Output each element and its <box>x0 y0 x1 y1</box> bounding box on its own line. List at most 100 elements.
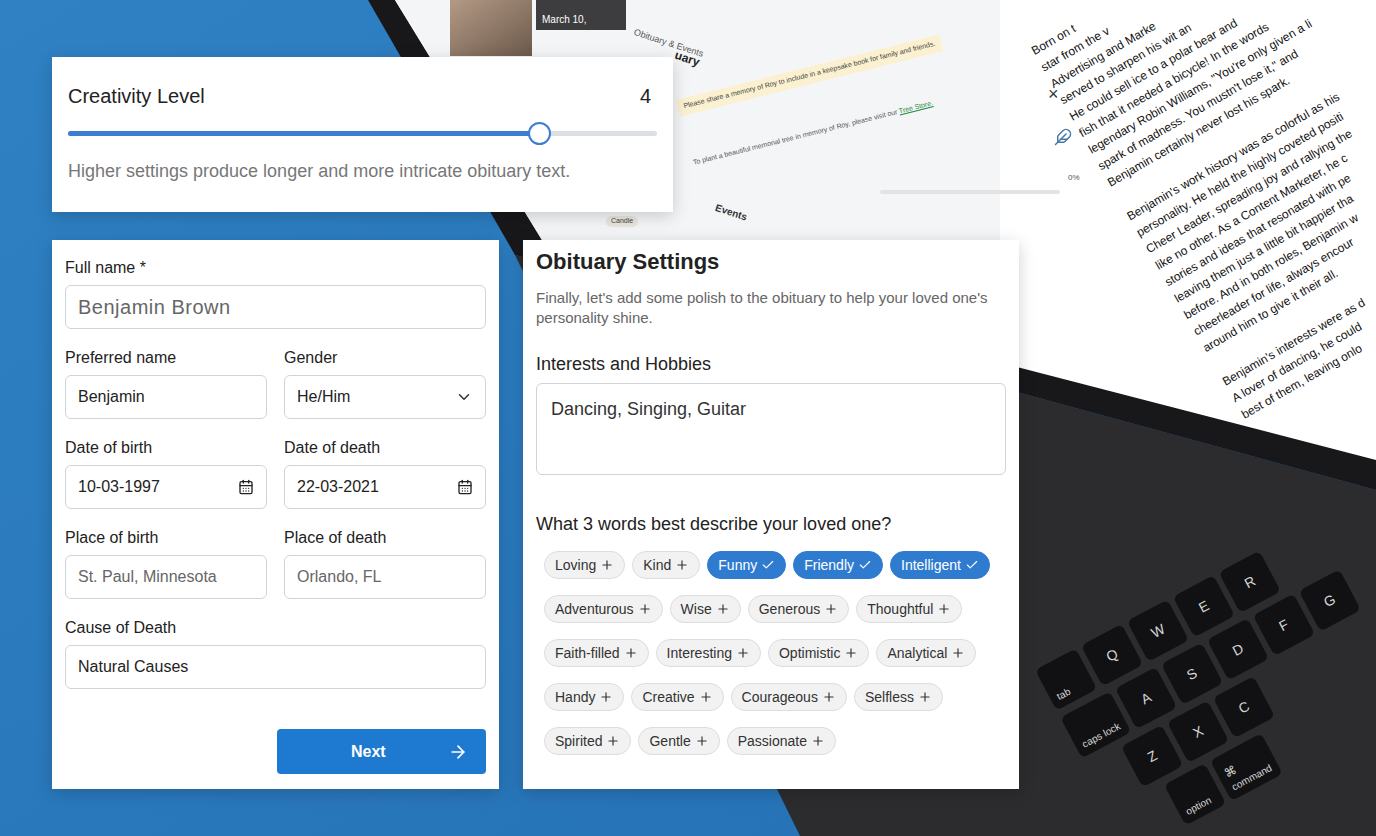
next-button[interactable]: Next <box>277 729 486 774</box>
field-value: Benjamin <box>78 385 145 409</box>
select-field[interactable]: He/Him <box>284 375 486 419</box>
plus-icon <box>599 690 613 704</box>
text-input[interactable]: Benjamin <box>65 375 267 419</box>
key-label: W <box>1147 618 1169 643</box>
key-label: Q <box>1102 643 1121 667</box>
trait-chip[interactable]: Kind <box>632 551 700 579</box>
check-icon <box>761 558 775 572</box>
obituary-settings-card: Obituary SettingsFinally, let's add some… <box>523 240 1019 789</box>
trait-chip[interactable]: Faith-filled <box>544 639 649 667</box>
trait-chip[interactable]: Handy <box>544 683 624 711</box>
key-label: caps lock <box>1079 719 1123 752</box>
form-field: Date of birth 10-03-1997 <box>65 438 267 509</box>
trait-chip[interactable]: Spirited <box>544 727 631 755</box>
trait-row: Faith-filled InterestingOptimistic Analyti… <box>544 639 1006 667</box>
progress-bar <box>880 190 1060 194</box>
form-field: Cause of Death Natural Causes <box>65 618 486 689</box>
calendar-icon[interactable] <box>457 479 473 495</box>
plus-icon <box>937 602 951 616</box>
trait-chip[interactable]: Selfless <box>854 683 943 711</box>
plus-icon <box>822 690 836 704</box>
trait-label: Faith-filled <box>555 643 620 664</box>
plus-icon <box>824 602 838 616</box>
trait-chip[interactable]: Generous <box>748 595 849 623</box>
key-label: A <box>1137 687 1155 710</box>
text-input[interactable]: Orlando, FL <box>284 555 486 599</box>
form-field: Preferred name Benjamin <box>65 348 267 419</box>
creativity-hint: Higher settings produce longer and more … <box>68 158 657 185</box>
trait-chip[interactable]: Intelligent <box>890 551 990 579</box>
form-field: Full name * Benjamin Brown <box>65 258 486 329</box>
trait-chip[interactable]: Adventurous <box>544 595 663 623</box>
trait-chip[interactable]: Passionate <box>727 727 836 755</box>
trait-chip[interactable]: Friendly <box>793 551 883 579</box>
field-label: Preferred name <box>65 348 267 368</box>
trait-chip[interactable]: Wise <box>670 595 741 623</box>
form-field: Place of death Orlando, FL <box>284 528 486 599</box>
trait-label: Handy <box>555 687 595 708</box>
field-value: Natural Causes <box>78 655 188 679</box>
plus-icon <box>695 734 709 748</box>
candle-chip[interactable]: Candle <box>606 216 638 227</box>
trait-chip[interactable]: Interesting <box>656 639 761 667</box>
trait-label: Friendly <box>804 555 854 576</box>
trait-chip[interactable]: Gentle <box>638 727 719 755</box>
trait-chip[interactable]: Thoughtful <box>856 595 962 623</box>
field-label: Place of death <box>284 528 486 548</box>
traits-question: What 3 words best describe your loved on… <box>536 513 1006 535</box>
trait-label: Intelligent <box>901 555 961 576</box>
trait-label: Kind <box>643 555 671 576</box>
key-label: E <box>1195 595 1213 618</box>
text-input[interactable]: Benjamin Brown <box>65 285 486 329</box>
plus-icon <box>716 602 730 616</box>
trait-chip[interactable]: Optimistic <box>768 639 869 667</box>
slider-fill <box>68 131 539 136</box>
key-label: C <box>1235 696 1254 719</box>
chevron-down-icon <box>455 388 473 406</box>
interests-label: Interests and Hobbies <box>536 353 1006 375</box>
field-value: 22-03-2021 <box>297 475 379 499</box>
trait-row: Spirited Gentle Passionate <box>544 727 1006 755</box>
next-label: Next <box>351 740 386 764</box>
date-field[interactable]: 22-03-2021 <box>284 465 486 509</box>
key-label: tab <box>1054 684 1073 704</box>
creativity-value: 4 <box>640 81 657 111</box>
form-field: Place of birthSt. Paul, Minnesota <box>65 528 267 599</box>
plus-icon <box>699 690 713 704</box>
key-label: R <box>1240 570 1259 593</box>
creativity-slider[interactable] <box>68 131 657 136</box>
progress-reading: 0% <box>1068 172 1080 184</box>
trait-label: Spirited <box>555 731 602 752</box>
trait-label: Thoughtful <box>867 599 933 620</box>
details-form-card: Full name * Benjamin Brown Preferred name B… <box>52 240 499 789</box>
slider-thumb[interactable] <box>528 122 551 145</box>
text-input[interactable]: Natural Causes <box>65 645 486 689</box>
field-label: Gender <box>284 348 486 368</box>
interests-textarea[interactable]: Dancing, Singing, Guitar <box>536 383 1006 475</box>
field-label: Cause of Death <box>65 618 486 638</box>
plus-icon <box>736 646 750 660</box>
field-label: Full name * <box>65 258 486 278</box>
key-label: X <box>1189 720 1207 743</box>
calendar-icon[interactable] <box>238 479 254 495</box>
trait-label: Analytical <box>887 643 947 664</box>
settings-title: Obituary Settings <box>536 248 1006 276</box>
trait-chip[interactable]: Analytical <box>876 639 976 667</box>
form-row: Preferred name Benjamin Gender He/Him <box>65 348 486 419</box>
trait-chip[interactable]: Loving <box>544 551 625 579</box>
trait-chip[interactable]: Creative <box>631 683 723 711</box>
plus-icon <box>624 646 638 660</box>
arrow-right-icon <box>448 742 468 762</box>
date-field[interactable]: 10-03-1997 <box>65 465 267 509</box>
trait-chip[interactable]: Funny <box>707 551 786 579</box>
trait-row: Handy Creative CourageousSelfless <box>544 683 1006 711</box>
field-value: St. Paul, Minnesota <box>78 565 217 589</box>
trait-label: Creative <box>642 687 694 708</box>
plus-icon <box>638 602 652 616</box>
trait-chip[interactable]: Courageous <box>731 683 847 711</box>
date-text: March 10, <box>542 14 586 25</box>
text-input[interactable]: St. Paul, Minnesota <box>65 555 267 599</box>
field-label: Date of birth <box>65 438 267 458</box>
key-label: Z <box>1143 745 1160 768</box>
trait-label: Passionate <box>738 731 807 752</box>
